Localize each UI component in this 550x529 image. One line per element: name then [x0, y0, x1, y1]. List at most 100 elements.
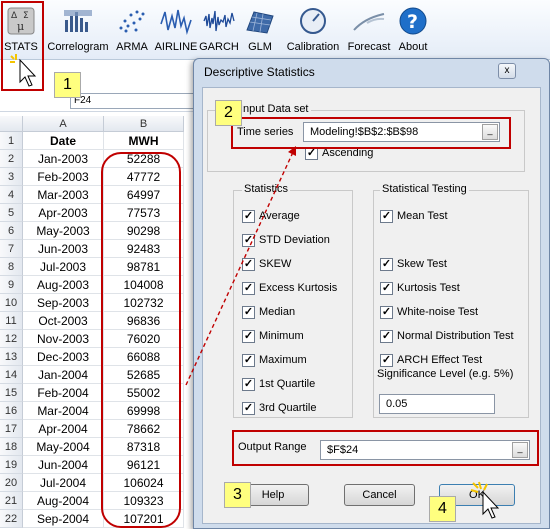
col-header-a[interactable]: A [23, 116, 104, 132]
date-cell[interactable]: Jul-2003 [23, 258, 104, 276]
checkbox-check: ✓ [380, 306, 393, 319]
date-cell[interactable]: Sep-2003 [23, 294, 104, 312]
row-number[interactable]: 18 [0, 438, 23, 456]
callout-4: 4 [429, 496, 456, 522]
output-range-highlight [232, 430, 539, 466]
date-cell[interactable]: Feb-2003 [23, 168, 104, 186]
row-number[interactable]: 8 [0, 258, 23, 276]
row-number[interactable]: 12 [0, 330, 23, 348]
forecast-icon [353, 13, 385, 31]
date-cell[interactable]: Nov-2003 [23, 330, 104, 348]
date-cell[interactable]: Mar-2004 [23, 402, 104, 420]
cursor-click-icon [10, 54, 37, 87]
name-box[interactable]: F24 [70, 93, 200, 109]
close-button[interactable]: x [498, 63, 516, 79]
arma-icon [119, 10, 145, 33]
row-number[interactable]: 9 [0, 276, 23, 294]
checkbox-check: ✓ [380, 354, 393, 367]
row-number[interactable]: 6 [0, 222, 23, 240]
ribbon-toolbar: Δ Σ μ STATS Correlogram ARMA AIRLINE GAR… [0, 0, 550, 60]
forecast-label: Forecast [347, 41, 391, 53]
formula-bar: F24 [0, 90, 200, 112]
row-number[interactable]: 19 [0, 456, 23, 474]
date-cell[interactable]: May-2003 [23, 222, 104, 240]
significance-field[interactable]: 0.05 [379, 394, 495, 414]
checkbox-check: ✓ [242, 402, 255, 415]
statistic-label: Excess Kurtosis [259, 282, 338, 294]
correlogram-label: Correlogram [47, 41, 109, 53]
row-number[interactable]: 17 [0, 420, 23, 438]
row-number[interactable]: 1 [0, 132, 23, 150]
garch-label: GARCH [199, 41, 239, 53]
date-cell[interactable]: Mar-2003 [23, 186, 104, 204]
test-label: Kurtosis Test [397, 282, 460, 294]
date-cell[interactable]: Apr-2003 [23, 204, 104, 222]
date-cell[interactable]: Jun-2003 [23, 240, 104, 258]
row-number[interactable]: 20 [0, 474, 23, 492]
row-number[interactable]: 15 [0, 384, 23, 402]
date-cell[interactable]: Date [23, 132, 104, 150]
row-number[interactable]: 21 [0, 492, 23, 510]
date-cell[interactable]: Sep-2004 [23, 510, 104, 528]
statistic-label: 3rd Quartile [259, 402, 317, 414]
test-label: White-noise Test [397, 306, 479, 318]
forecast-button[interactable]: Forecast [345, 2, 393, 58]
date-cell[interactable]: Jun-2004 [23, 456, 104, 474]
col-header-b[interactable]: B [104, 116, 184, 132]
svg-text:?: ? [407, 11, 418, 33]
row-number[interactable]: 3 [0, 168, 23, 186]
significance-label: Significance Level (e.g. 5%) [377, 368, 514, 380]
row-number[interactable]: 11 [0, 312, 23, 330]
date-cell[interactable]: Feb-2004 [23, 384, 104, 402]
checkbox-check: ✓ [242, 210, 255, 223]
statistic-label: STD Deviation [259, 234, 330, 246]
cancel-button[interactable]: Cancel [344, 484, 415, 506]
row-number[interactable]: 22 [0, 510, 23, 528]
checkbox-check: ✓ [380, 258, 393, 271]
date-cell[interactable]: Oct-2003 [23, 312, 104, 330]
row-number[interactable]: 16 [0, 402, 23, 420]
correlogram-button[interactable]: Correlogram [44, 2, 112, 58]
calibration-button[interactable]: Calibration [282, 2, 344, 58]
statistical-testing-group: Statistical Testing ✓ Mean Test ✓ Skew Test… [373, 183, 529, 418]
input-data-group-title: Input Data set [238, 103, 311, 115]
date-cell[interactable]: Aug-2003 [23, 276, 104, 294]
date-cell[interactable]: Dec-2003 [23, 348, 104, 366]
callout-1: 1 [54, 72, 81, 98]
table-row: 1 Date MWH [0, 132, 200, 150]
date-cell[interactable]: May-2004 [23, 438, 104, 456]
calibration-icon [300, 8, 326, 34]
checkbox-check: ✓ [242, 378, 255, 391]
date-cell[interactable]: Jan-2003 [23, 150, 104, 168]
glm-button[interactable]: GLM [244, 2, 276, 58]
test-label: Mean Test [397, 210, 448, 222]
testing-group-title: Statistical Testing [380, 183, 469, 195]
checkbox-check: ✓ [242, 258, 255, 271]
calibration-label: Calibration [286, 41, 340, 53]
about-label: About [398, 41, 428, 53]
garch-icon [203, 10, 235, 32]
row-number[interactable]: 5 [0, 204, 23, 222]
callout-2: 2 [215, 100, 242, 126]
row-number[interactable]: 2 [0, 150, 23, 168]
date-cell[interactable]: Apr-2004 [23, 420, 104, 438]
date-cell[interactable]: Jan-2004 [23, 366, 104, 384]
row-number[interactable]: 4 [0, 186, 23, 204]
dialog-title: Descriptive Statistics [204, 65, 315, 79]
glm-icon [246, 11, 274, 34]
arma-button[interactable]: ARMA [114, 2, 150, 58]
airline-button[interactable]: AIRLINE [153, 2, 199, 58]
statistic-label: SKEW [259, 258, 292, 270]
row-number[interactable]: 13 [0, 348, 23, 366]
date-cell[interactable]: Aug-2004 [23, 492, 104, 510]
garch-button[interactable]: GARCH [199, 2, 239, 58]
row-number[interactable]: 14 [0, 366, 23, 384]
about-button[interactable]: ? About [395, 2, 431, 58]
row-number[interactable]: 10 [0, 294, 23, 312]
mwh-cell[interactable]: MWH [104, 132, 184, 150]
corner-cell[interactable] [0, 116, 23, 132]
date-cell[interactable]: Jul-2004 [23, 474, 104, 492]
test-label: Skew Test [397, 258, 447, 270]
row-number[interactable]: 7 [0, 240, 23, 258]
dialog-titlebar[interactable]: Descriptive Statistics x [194, 59, 549, 85]
